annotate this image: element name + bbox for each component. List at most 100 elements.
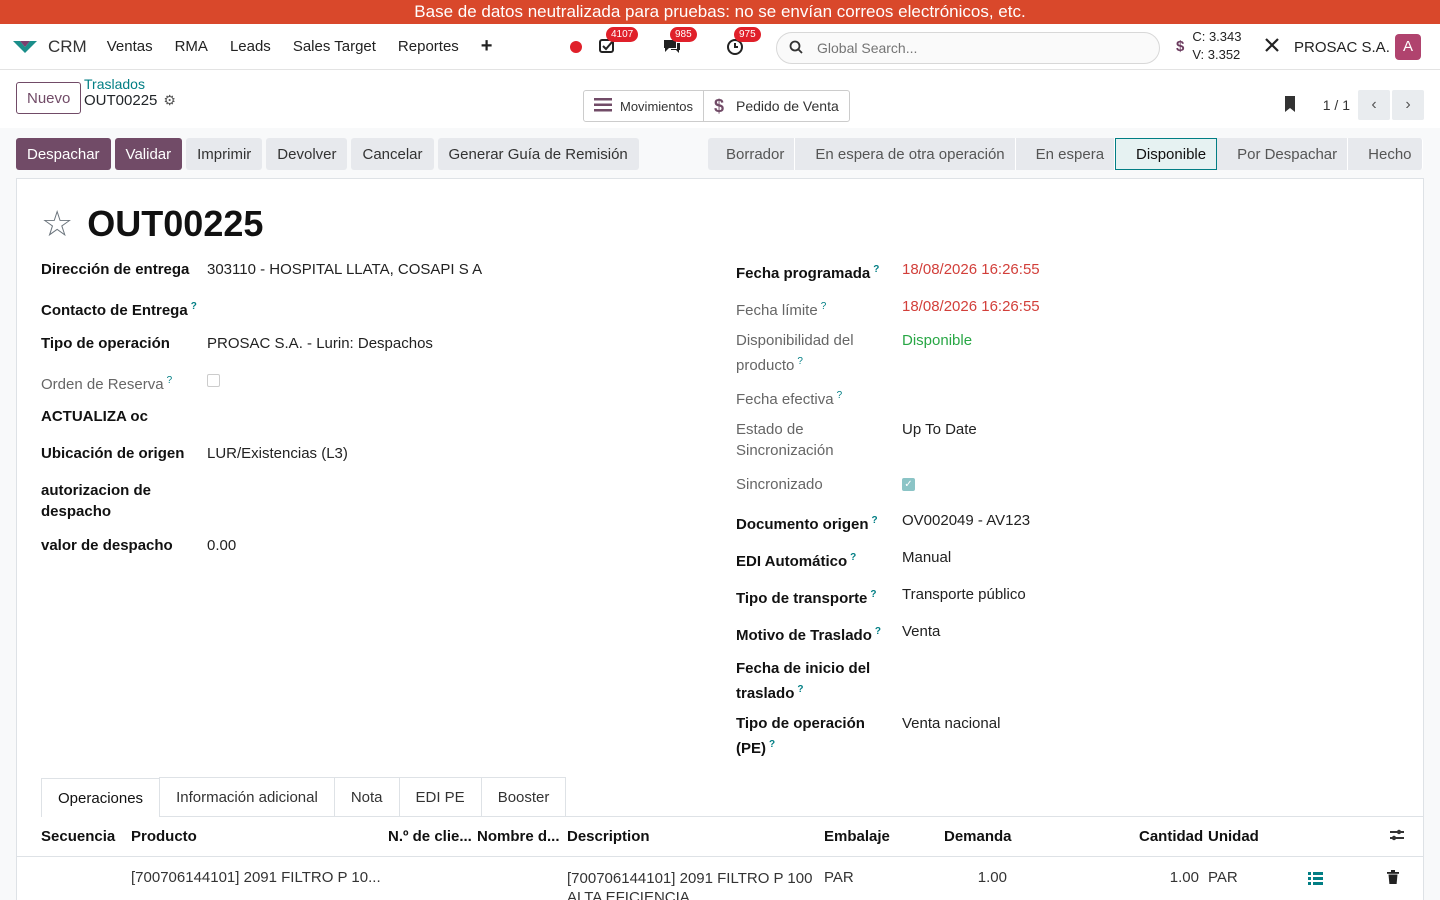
pe-operation-type-label: Tipo de operación (PE)? (736, 715, 865, 757)
record-indicator-icon[interactable] (570, 41, 582, 53)
menu-reportes[interactable]: Reportes (398, 38, 459, 55)
search-icon (789, 40, 803, 57)
search-input[interactable] (817, 40, 1137, 56)
bookmark-icon[interactable] (1283, 95, 1297, 116)
messages-icon[interactable]: 985 (662, 27, 697, 57)
col-customer-number[interactable]: N.º de clie... (388, 828, 472, 845)
row-quantity[interactable]: 1.00 (1157, 869, 1199, 886)
scheduled-date-field[interactable]: 18/08/2026 16:26:55 (902, 259, 1040, 284)
delete-row-icon[interactable] (1387, 870, 1399, 888)
row-description[interactable]: [700706144101] 2091 FILTRO P 100 ALTA EF… (567, 869, 817, 900)
activities-icon[interactable]: 4107 (598, 27, 639, 57)
notebook-tabs: Operaciones Información adicional Nota E… (41, 777, 1424, 817)
col-quantity[interactable]: Cantidad (1139, 828, 1203, 845)
col-description[interactable]: Description (567, 828, 650, 845)
sale-order-button[interactable]: $ Pedido de Venta (702, 91, 849, 121)
pe-operation-type-field[interactable]: Venta nacional (902, 713, 1000, 759)
source-location-label: Ubicación de origen (41, 445, 185, 462)
form-sheet: ☆ OUT00225 Dirección de entrega 303110 -… (16, 178, 1424, 900)
dollar-icon: $ (713, 95, 724, 116)
messages-count-badge: 985 (670, 27, 697, 42)
transport-type-field[interactable]: Transporte público (902, 584, 1026, 609)
new-button[interactable]: Nuevo (16, 82, 82, 114)
sale-order-label: Pedido de Venta (735, 98, 839, 114)
dispatch-button[interactable]: Despachar (16, 138, 111, 170)
app-name[interactable]: CRM (48, 37, 87, 57)
pager-previous-icon[interactable]: ‹ (1358, 90, 1390, 120)
app-logo-icon[interactable] (12, 39, 38, 55)
sync-state-label: Estado de Sincronización (736, 421, 834, 459)
reserve-order-label: Orden de Reserva? (41, 375, 173, 393)
menu-rma[interactable]: RMA (175, 38, 208, 55)
cancel-button[interactable]: Cancelar (351, 138, 434, 170)
column-settings-icon[interactable] (1389, 828, 1405, 846)
row-product[interactable]: [700706144101] 2091 FILTRO P 10... (131, 869, 381, 886)
edi-automatic-field[interactable]: Manual (902, 547, 951, 572)
user-avatar[interactable]: A (1395, 34, 1421, 60)
source-document-label: Documento origen? (736, 515, 878, 533)
favorite-star-icon[interactable]: ☆ (41, 204, 73, 244)
activities-count-badge: 4107 (606, 27, 639, 42)
deadline-label: Fecha límite? (736, 301, 827, 319)
table-header: Secuencia Producto N.º de clie... Nombre… (17, 817, 1424, 857)
tab-additional-info[interactable]: Información adicional (159, 777, 335, 816)
currency-sell-rate: V: 3.352 (1192, 47, 1241, 62)
transfer-reason-field[interactable]: Venta (902, 621, 940, 646)
gear-icon[interactable]: ⚙ (163, 92, 176, 109)
pager-value[interactable]: 1 / 1 (1323, 97, 1350, 113)
synced-checkbox: ✓ (902, 478, 915, 491)
timer-count-badge: 975 (734, 27, 761, 42)
row-packaging[interactable]: PAR (824, 869, 854, 886)
stage-borrador[interactable]: Borrador (708, 138, 796, 170)
stage-waiting-another[interactable]: En espera de otra operación (795, 138, 1016, 170)
currency-buy-rate: C: 3.343 (1192, 29, 1242, 44)
timer-icon[interactable]: 975 (726, 27, 761, 57)
col-packaging[interactable]: Embalaje (824, 828, 890, 845)
col-name[interactable]: Nombre d... (477, 828, 560, 845)
breadcrumb-traslados[interactable]: Traslados (84, 76, 176, 92)
print-button[interactable]: Imprimir (186, 138, 263, 170)
company-switcher[interactable]: PROSAC S.A. (1264, 24, 1390, 70)
operation-type-field[interactable]: PROSAC S.A. - Lurin: Despachos (207, 333, 433, 354)
tab-booster[interactable]: Booster (480, 777, 567, 816)
delivery-address-field[interactable]: 303110 - HOSPITAL LLATA, COSAPI S A (207, 259, 482, 280)
dispatch-value-field[interactable]: 0.00 (207, 535, 236, 556)
tab-note[interactable]: Nota (333, 777, 400, 816)
breadcrumb: Traslados OUT00225 ⚙ (84, 76, 176, 109)
sync-state-field: Up To Date (902, 421, 977, 438)
stage-waiting[interactable]: En espera (1015, 138, 1116, 170)
menu-sales-target[interactable]: Sales Target (293, 38, 376, 55)
return-button[interactable]: Devolver (266, 138, 348, 170)
detailed-operations-icon[interactable] (1308, 872, 1323, 889)
row-unit[interactable]: PAR (1208, 869, 1238, 886)
stage-to-dispatch[interactable]: Por Despachar (1217, 138, 1349, 170)
col-product[interactable]: Producto (131, 828, 197, 845)
menu-ventas[interactable]: Ventas (107, 38, 153, 55)
table-row[interactable]: [700706144101] 2091 FILTRO P 10... [7007… (17, 858, 1424, 900)
pager-next-icon[interactable]: › (1392, 90, 1424, 120)
reserve-order-checkbox[interactable] (207, 374, 220, 387)
stage-done[interactable]: Hecho (1348, 138, 1423, 170)
delivery-address-label: Dirección de entrega (41, 261, 190, 278)
row-demand[interactable]: 1.00 (967, 869, 1007, 886)
col-demand[interactable]: Demanda (944, 828, 1012, 845)
source-document-field[interactable]: OV002049 - AV123 (902, 510, 1030, 535)
transfer-start-label: Fecha de inicio del traslado? (736, 660, 871, 702)
company-name[interactable]: PROSAC S.A. (1294, 39, 1390, 56)
validate-button[interactable]: Validar (114, 138, 183, 170)
delivery-contact-label: Contacto de Entrega? (41, 301, 197, 319)
tab-operations[interactable]: Operaciones (41, 778, 161, 817)
stage-available[interactable]: Disponible (1115, 138, 1218, 170)
source-location-field[interactable]: LUR/Existencias (L3) (207, 443, 348, 464)
generate-guide-button[interactable]: Generar Guía de Remisión (437, 138, 639, 170)
movements-label: Movimientos (620, 98, 693, 114)
menu-leads[interactable]: Leads (230, 38, 271, 55)
global-search[interactable] (776, 32, 1160, 64)
effective-date-label: Fecha efectiva? (736, 390, 843, 408)
col-sequence[interactable]: Secuencia (41, 828, 115, 845)
col-unit[interactable]: Unidad (1208, 828, 1259, 845)
movements-button[interactable]: Movimientos (584, 91, 703, 121)
transfer-reason-label: Motivo de Traslado? (736, 626, 881, 644)
tab-edi-pe[interactable]: EDI PE (398, 777, 482, 816)
add-menu-icon[interactable]: + (481, 35, 493, 58)
